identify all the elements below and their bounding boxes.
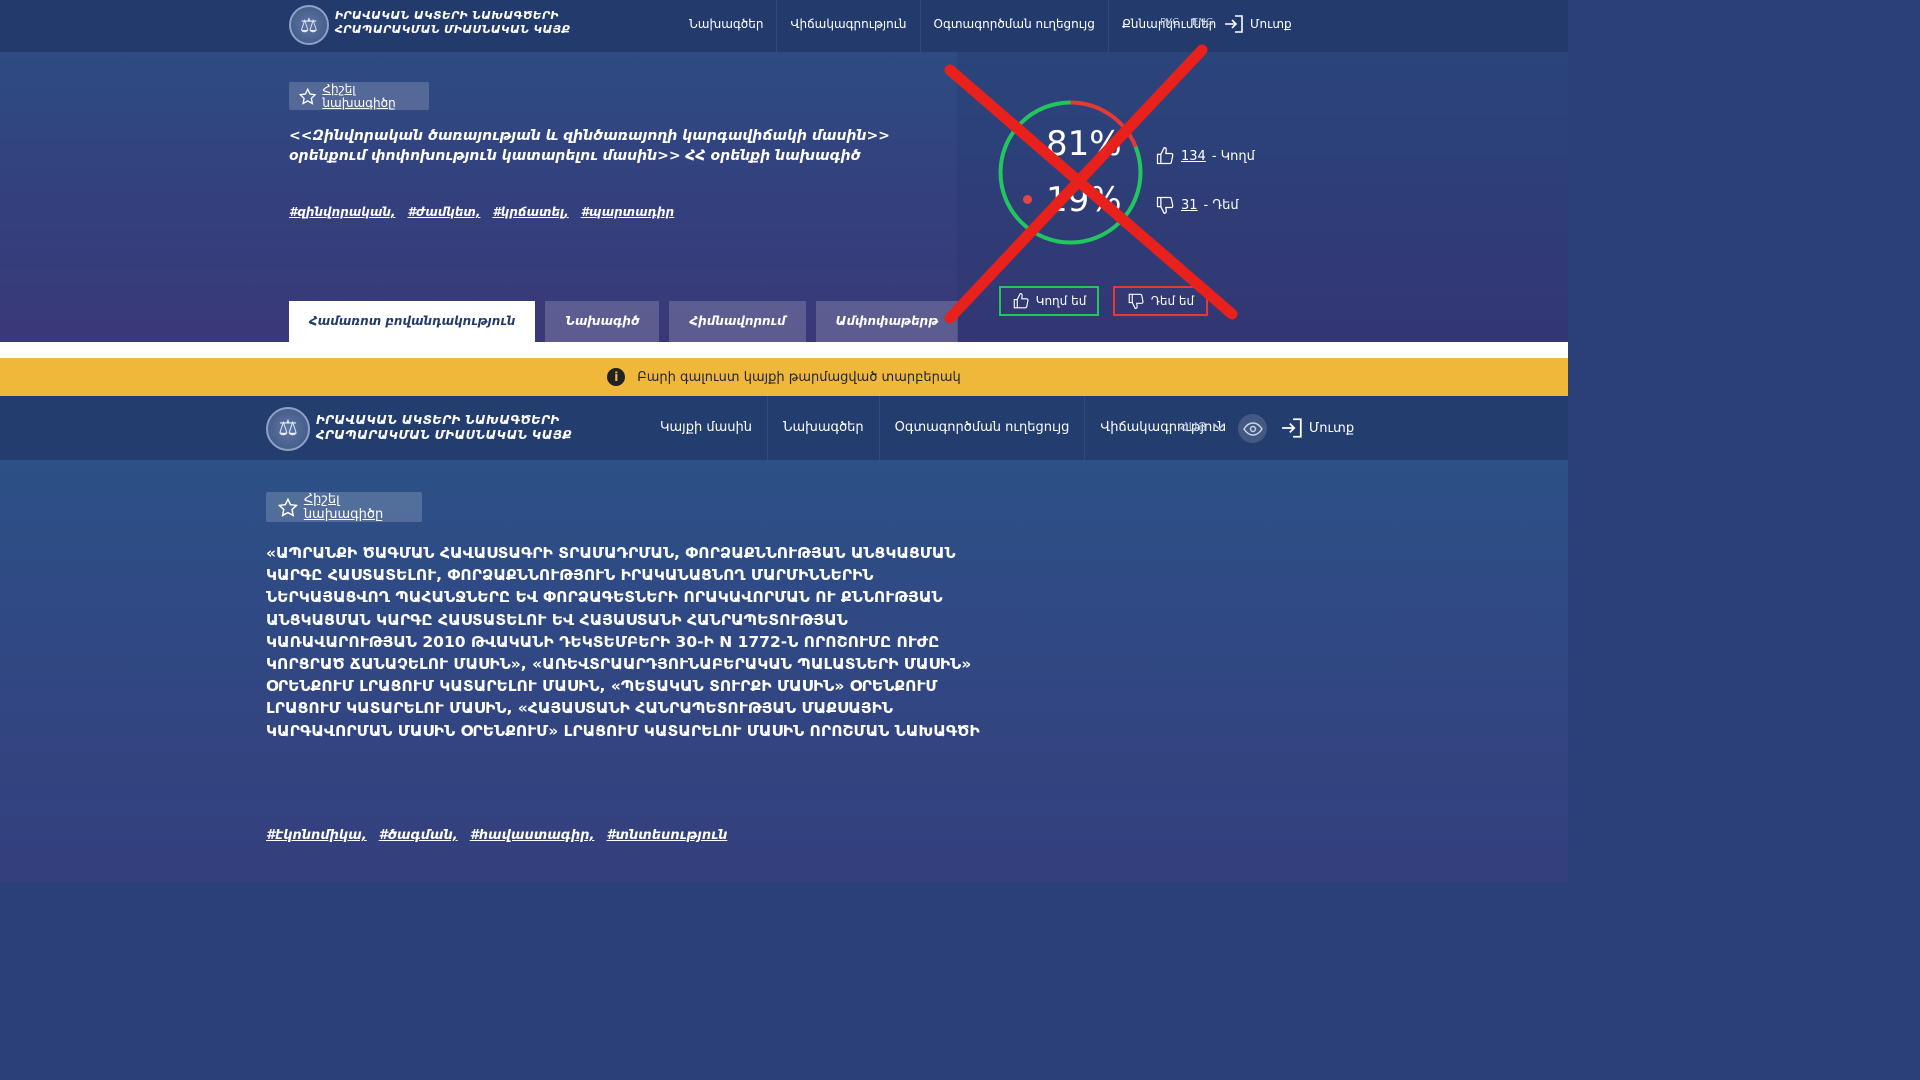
login-label: Մուտք (1309, 420, 1355, 436)
old-header: ԻՐԱՎԱԿԱՆ ԱԿՏԵՐԻ ՆԱԽԱԳԾԵՐԻ ՀՐԱՊԱՐԱԿՄԱՆ ՄԻ… (0, 0, 1568, 53)
login-label: Մուտք (1250, 17, 1292, 31)
tab-justification[interactable]: Հիմնավորում (669, 301, 806, 342)
tag-link[interactable]: #պարտադիր (581, 205, 675, 219)
tag-link[interactable]: #ժամկետ, (407, 205, 480, 219)
logo-line-2: ՀՐԱՊԱՐԱԿՄԱՆ ՄԻԱՍՆԱԿԱՆ ԿԱՅՔ (316, 428, 572, 442)
tag-link[interactable]: #հավաստագիր, (470, 828, 595, 843)
remember-label: Հիշել նախագիծը (303, 492, 384, 522)
language-select[interactable]: ՀԱՅ (1180, 420, 1225, 434)
tag-link[interactable]: #էկոնոմիկա, (266, 828, 367, 843)
logo-text: ԻՐԱՎԱԿԱՆ ԱԿՏԵՐԻ ՆԱԽԱԳԾԵՐԻ ՀՐԱՊԱՐԱԿՄԱՆ ՄԻ… (335, 9, 570, 37)
login-button[interactable]: Մուտք (1224, 15, 1292, 33)
tag-link[interactable]: #կրճատել, (492, 205, 568, 219)
update-banner: i Բարի գալուստ կայքի թարմացված տարբերակ (0, 358, 1568, 396)
remember-label: Հիշել նախագիծը (322, 82, 396, 110)
project-title: «ԱՊՐԱՆՔԻ ԾԱԳՄԱՆ ՀԱՎԱՍՏԱԳՐԻ ՏՐԱՄԱԴՐՄԱՆ, Փ… (266, 544, 980, 740)
star-icon (299, 87, 317, 105)
login-icon (1282, 418, 1302, 438)
login-icon (1225, 15, 1243, 33)
old-site-screenshot: ԻՐԱՎԱԿԱՆ ԱԿՏԵՐԻ ՆԱԽԱԳԾԵՐԻ ՀՐԱՊԱՐԱԿՄԱՆ ՄԻ… (0, 0, 1568, 342)
chevron-down-icon (1212, 423, 1225, 431)
tag-link[interactable]: #զինվորական, (289, 205, 395, 219)
accessibility-button[interactable] (1238, 414, 1267, 443)
logo-text: ԻՐԱՎԱԿԱՆ ԱԿՏԵՐԻ ՆԱԽԱԳԾԵՐԻ ՀՐԱՊԱՐԱԿՄԱՆ ՄԻ… (316, 413, 572, 443)
eye-icon (1242, 421, 1263, 436)
lang-ru[interactable]: РУС (1160, 17, 1179, 28)
language-value: ՀԱՅ (1180, 420, 1207, 434)
project-tabs: Համառոտ բովանդակություն Նախագիծ Հիմնավոր… (289, 301, 959, 342)
project-title: <<Զինվորական ծառայության և զինծառայողի կ… (289, 128, 890, 164)
nav-projects[interactable]: Նախագծեր (676, 0, 778, 52)
star-icon (278, 497, 298, 517)
nav-guide[interactable]: Օգտագործման ուղեցույց (880, 396, 1086, 460)
remember-button[interactable]: Հիշել նախագիծը (289, 82, 429, 110)
tab-draft[interactable]: Նախագիծ (545, 301, 660, 342)
screenshot-divider (0, 342, 1568, 358)
banner-text: Բարի գալուստ կայքի թարմացված տարբերակ (637, 369, 961, 385)
login-button[interactable]: Մուտք (1281, 418, 1354, 438)
nav-projects[interactable]: Նախագծեր (768, 396, 880, 460)
tag-list: #էկոնոմիկա, #ծագման, #հավաստագիր, #տնտես… (266, 828, 739, 843)
new-nav: Կայքի մասին Նախագծեր Օգտագործման ուղեցու… (645, 396, 1241, 460)
new-site-screenshot: ԻՐԱՎԱԿԱՆ ԱԿՏԵՐԻ ՆԱԽԱԳԾԵՐԻ ՀՐԱՊԱՐԱԿՄԱՆ ՄԻ… (0, 396, 1568, 882)
red-cross-overlay (944, 44, 1238, 324)
new-header: ԻՐԱՎԱԿԱՆ ԱԿՏԵՐԻ ՆԱԽԱԳԾԵՐԻ ՀՐԱՊԱՐԱԿՄԱՆ ՄԻ… (0, 396, 1568, 460)
info-icon: i (607, 368, 626, 386)
tab-summary-sheet[interactable]: Ամփոփաթերթ (815, 301, 959, 342)
remember-button[interactable]: Հիշել նախագիծը (266, 492, 422, 522)
emblem-icon (289, 5, 329, 45)
logo-line-1: ԻՐԱՎԱԿԱՆ ԱԿՏԵՐԻ ՆԱԽԱԳԾԵՐԻ (316, 413, 560, 427)
logo-line-2: ՀՐԱՊԱՐԱԿՄԱՆ ՄԻԱՍՆԱԿԱՆ ԿԱՅՔ (335, 23, 571, 36)
tag-list: #զինվորական, #ժամկետ, #կրճատել, #պարտադի… (289, 205, 686, 219)
logo-line-1: ԻՐԱՎԱԿԱՆ ԱԿՏԵՐԻ ՆԱԽԱԳԾԵՐԻ (335, 9, 559, 22)
nav-about[interactable]: Կայքի մասին (645, 396, 768, 460)
tab-summary[interactable]: Համառոտ բովանդակություն (289, 301, 536, 342)
tag-link[interactable]: #ծագման, (379, 828, 458, 843)
emblem-icon (266, 407, 310, 451)
lang-en[interactable]: ENG (1192, 17, 1214, 28)
nav-statistics[interactable]: Վիճակագրություն (777, 0, 921, 52)
tag-link[interactable]: #տնտեսություն (606, 828, 727, 843)
